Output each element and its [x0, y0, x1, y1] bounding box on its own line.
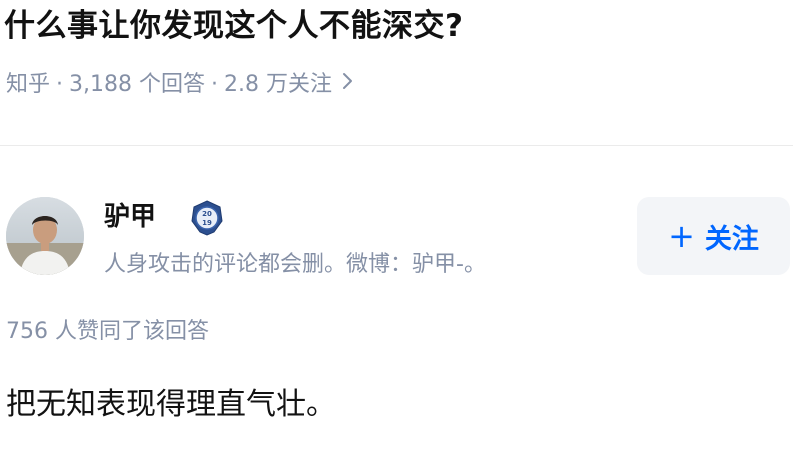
followers-count: 2.8 万关注: [224, 72, 332, 97]
follow-label: 关注: [704, 223, 759, 255]
source-label: 知乎: [6, 72, 51, 97]
badge-year-top: 20: [202, 210, 212, 218]
chevron-right-icon[interactable]: [342, 70, 354, 100]
question-meta[interactable]: 知乎 · 3,188 个回答 · 2.8 万关注: [6, 70, 354, 100]
meta-separator: ·: [56, 72, 64, 97]
answer-content[interactable]: 把无知表现得理直气壮。: [6, 385, 336, 425]
meta-separator: ·: [211, 72, 218, 97]
divider: [0, 145, 793, 146]
answer-page: 什么事让你发现这个人不能深交? 知乎 · 3,188 个回答 · 2.8 万关注: [0, 0, 793, 472]
answers-count: 3,188 个回答: [69, 72, 205, 97]
badge-2019-icon[interactable]: 20 19: [188, 199, 226, 237]
avatar[interactable]: [6, 197, 84, 275]
question-title[interactable]: 什么事让你发现这个人不能深交?: [4, 6, 463, 46]
badge-year-bottom: 19: [202, 219, 212, 227]
author-bio: 人身攻击的评论都会删。微博：驴甲-。: [104, 252, 486, 277]
vote-count: 756 人赞同了该回答: [6, 319, 209, 344]
plus-icon: +: [668, 217, 695, 255]
author-name[interactable]: 驴甲: [104, 200, 156, 234]
follow-button[interactable]: + 关注: [637, 197, 790, 275]
